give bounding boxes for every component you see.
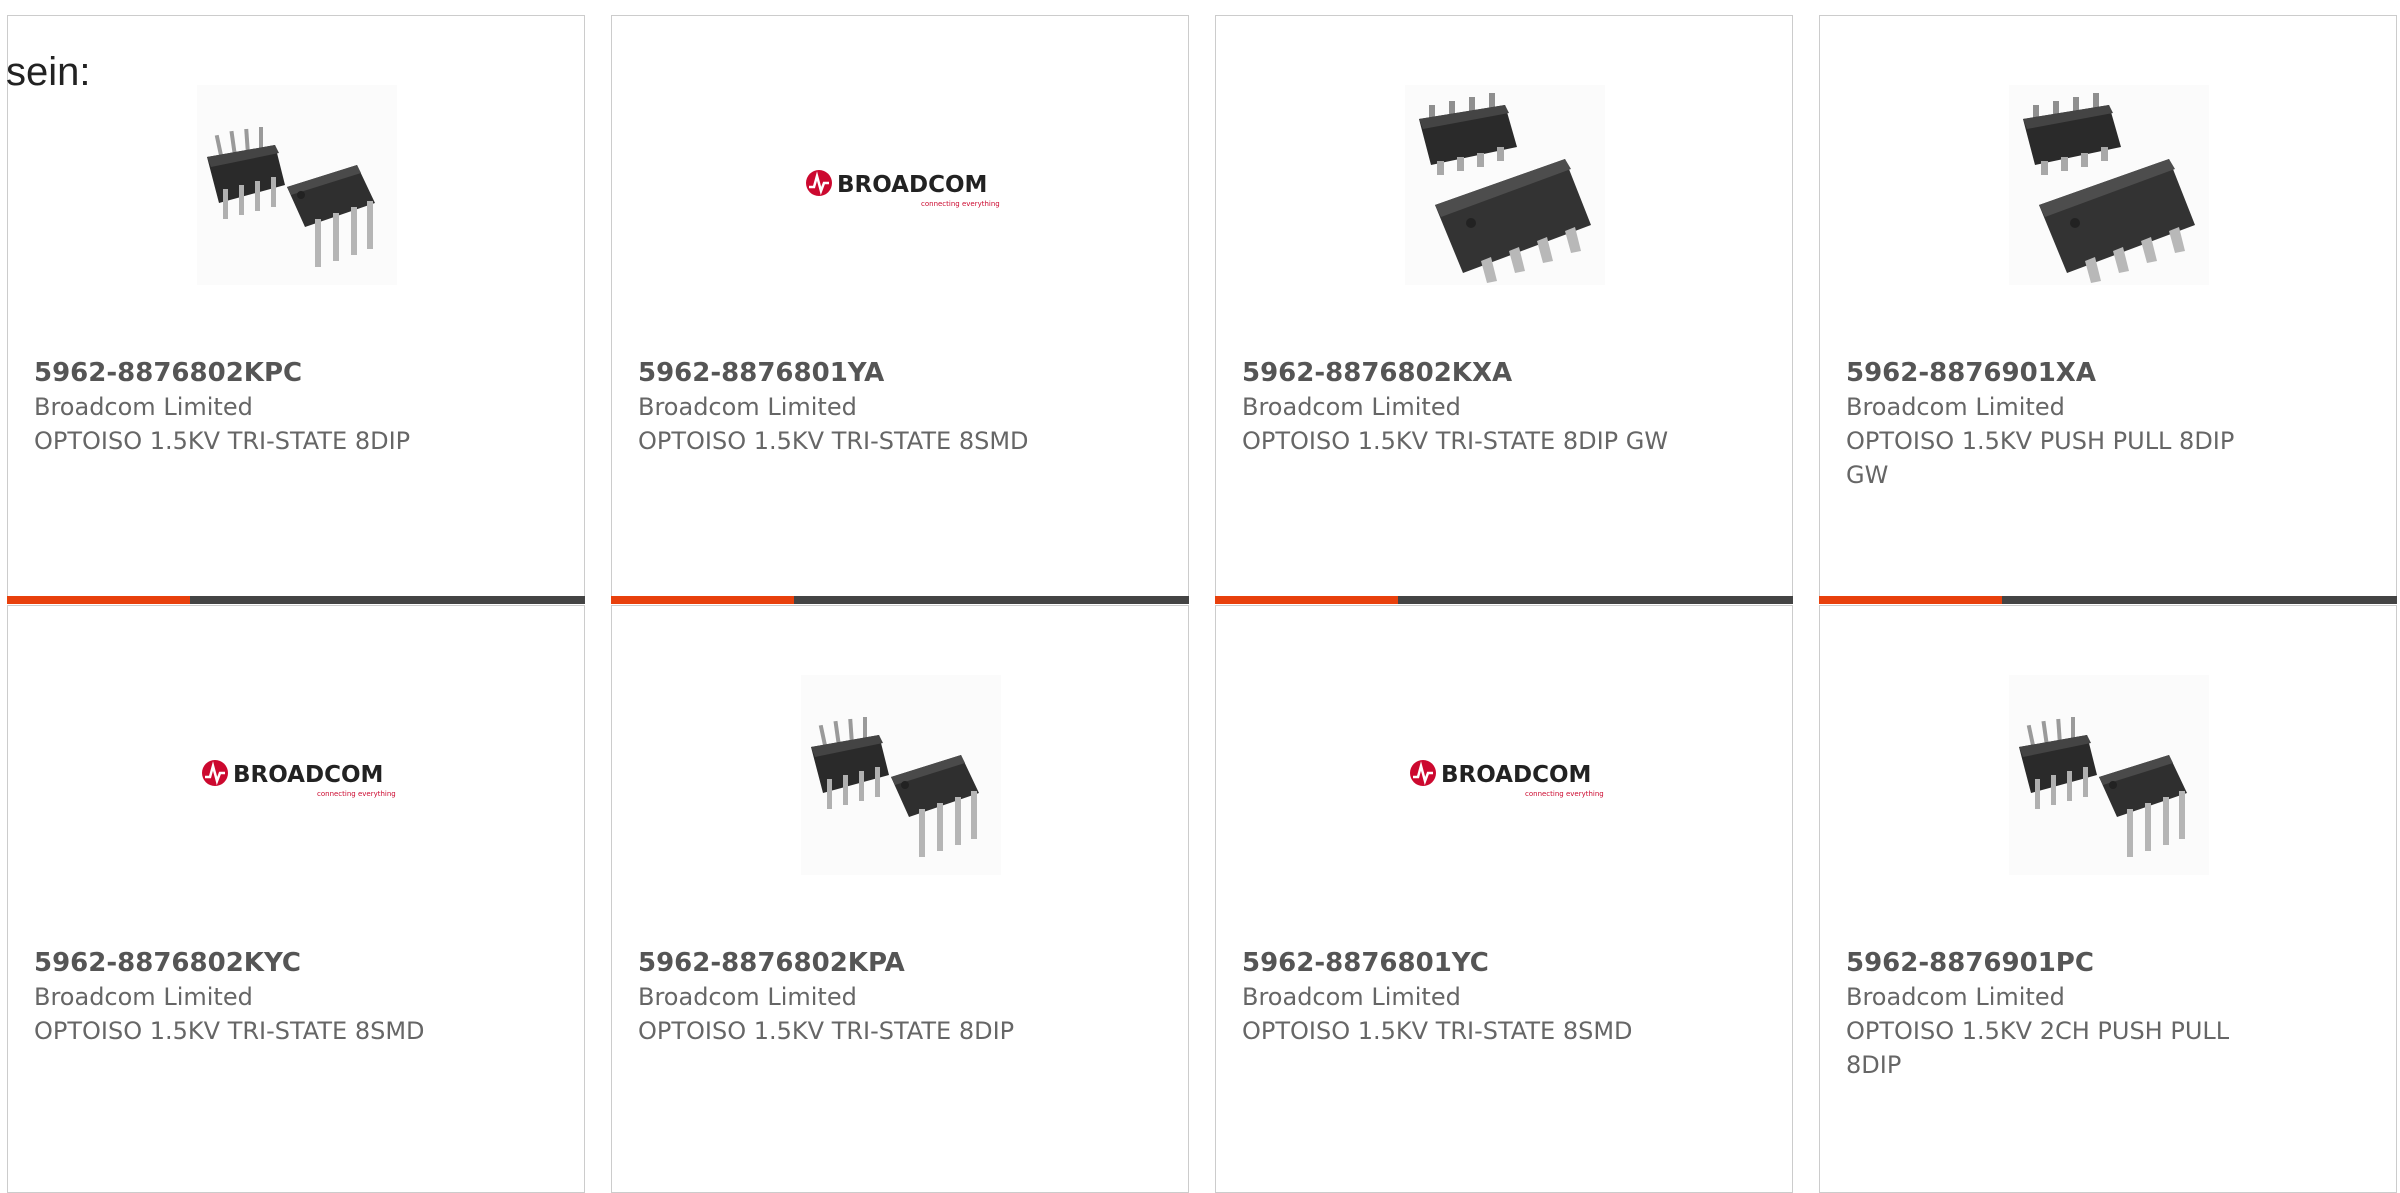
product-card[interactable]: BROADCOM connecting everything 5962-8876…	[1215, 605, 1793, 1193]
product-card[interactable]: 5962-8876802KPA Broadcom Limited OPTOISO…	[611, 605, 1189, 1193]
card-accent-bar	[7, 596, 190, 604]
part-number-link[interactable]: 5962-8876802KYC	[34, 946, 558, 980]
part-number-link[interactable]: 5962-8876801YC	[1242, 946, 1766, 980]
product-card[interactable]: 5962-8876901PC Broadcom Limited OPTOISO …	[1819, 605, 2397, 1193]
manufacturer-label: Broadcom Limited	[34, 393, 253, 421]
part-number-link[interactable]: 5962-8876802KPC	[34, 356, 558, 390]
brand-tagline: connecting everything	[317, 790, 396, 798]
intro-text: sein:	[6, 50, 91, 94]
description-label: OPTOISO 1.5KV PUSH PULL 8DIP GW	[1846, 427, 2235, 489]
brand-name: BROADCOM	[837, 172, 987, 198]
dip-8-chip-image[interactable]	[801, 675, 1001, 875]
dip-8-chip-image[interactable]	[2009, 675, 2209, 875]
smd-8-chip-image[interactable]	[1405, 85, 1605, 285]
description-label: OPTOISO 1.5KV 2CH PUSH PULL 8DIP	[1846, 1017, 2230, 1079]
brand-name: BROADCOM	[233, 762, 383, 788]
product-card[interactable]: 5962-8876802KPC Broadcom Limited OPTOISO…	[7, 15, 585, 604]
manufacturer-label: Broadcom Limited	[1242, 393, 1461, 421]
part-number-link[interactable]: 5962-8876802KPA	[638, 946, 1162, 980]
manufacturer-label: Broadcom Limited	[34, 983, 253, 1011]
manufacturer-label: Broadcom Limited	[638, 983, 857, 1011]
broadcom-logo-image[interactable]: BROADCOM connecting everything	[1405, 675, 1605, 875]
description-label: OPTOISO 1.5KV TRI-STATE 8DIP	[638, 1017, 1015, 1045]
card-bottom-bar	[611, 596, 1189, 604]
manufacturer-label: Broadcom Limited	[1242, 983, 1461, 1011]
brand-tagline: connecting everything	[921, 200, 1000, 208]
part-number-link[interactable]: 5962-8876901PC	[1846, 946, 2370, 980]
product-card[interactable]: BROADCOM connecting everything 5962-8876…	[611, 15, 1189, 604]
manufacturer-label: Broadcom Limited	[638, 393, 857, 421]
description-label: OPTOISO 1.5KV TRI-STATE 8DIP GW	[1242, 427, 1669, 455]
part-number-link[interactable]: 5962-8876901XA	[1846, 356, 2370, 390]
card-accent-bar	[1215, 596, 1398, 604]
part-number-link[interactable]: 5962-8876802KXA	[1242, 356, 1766, 390]
broadcom-logo-image[interactable]: BROADCOM connecting everything	[801, 85, 1001, 285]
card-accent-bar	[611, 596, 794, 604]
brand-tagline: connecting everything	[1525, 790, 1604, 798]
product-card[interactable]: 5962-8876802KXA Broadcom Limited OPTOISO…	[1215, 15, 1793, 604]
description-label: OPTOISO 1.5KV TRI-STATE 8DIP	[34, 427, 411, 455]
dip-8-chip-image[interactable]	[197, 85, 397, 285]
description-label: OPTOISO 1.5KV TRI-STATE 8SMD	[34, 1017, 425, 1045]
part-number-link[interactable]: 5962-8876801YA	[638, 356, 1162, 390]
manufacturer-label: Broadcom Limited	[1846, 983, 2065, 1011]
card-accent-bar	[1819, 596, 2002, 604]
card-bottom-bar	[7, 596, 585, 604]
brand-name: BROADCOM	[1441, 762, 1591, 788]
card-bottom-bar	[1215, 596, 1793, 604]
description-label: OPTOISO 1.5KV TRI-STATE 8SMD	[638, 427, 1029, 455]
product-card[interactable]: 5962-8876901XA Broadcom Limited OPTOISO …	[1819, 15, 2397, 604]
card-bottom-bar	[1819, 596, 2397, 604]
product-card[interactable]: BROADCOM connecting everything 5962-8876…	[7, 605, 585, 1193]
description-label: OPTOISO 1.5KV TRI-STATE 8SMD	[1242, 1017, 1633, 1045]
manufacturer-label: Broadcom Limited	[1846, 393, 2065, 421]
smd-8-chip-image[interactable]	[2009, 85, 2209, 285]
broadcom-logo-image[interactable]: BROADCOM connecting everything	[197, 675, 397, 875]
